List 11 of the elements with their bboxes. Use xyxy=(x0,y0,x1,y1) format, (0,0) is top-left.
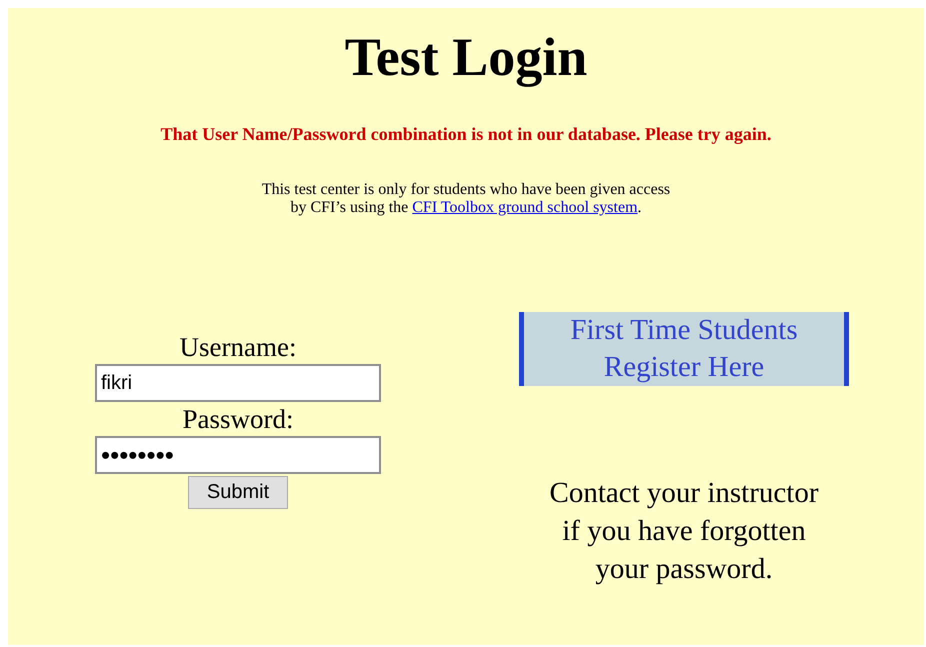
password-label: Password: xyxy=(182,404,294,434)
toolbox-link[interactable]: CFI Toolbox ground school system xyxy=(412,199,638,216)
username-label: Username: xyxy=(180,332,296,362)
submit-button[interactable]: Submit xyxy=(188,476,288,509)
page-title: Test Login xyxy=(344,26,588,88)
username-field[interactable]: fikri xyxy=(95,364,381,402)
password-field[interactable]: •••••••• xyxy=(95,436,381,474)
info-text: This test center is only for students who have been given access by CFI’s using the CFI Toolbox ground school system. xyxy=(262,181,670,217)
register-link[interactable]: First Time Students Register Here xyxy=(519,312,849,386)
forgot-password-text: Contact your instructor if you have forgotten your password. xyxy=(549,476,818,587)
error-message: That User Name/Password combination is not in our database. Please try again. xyxy=(160,124,772,145)
